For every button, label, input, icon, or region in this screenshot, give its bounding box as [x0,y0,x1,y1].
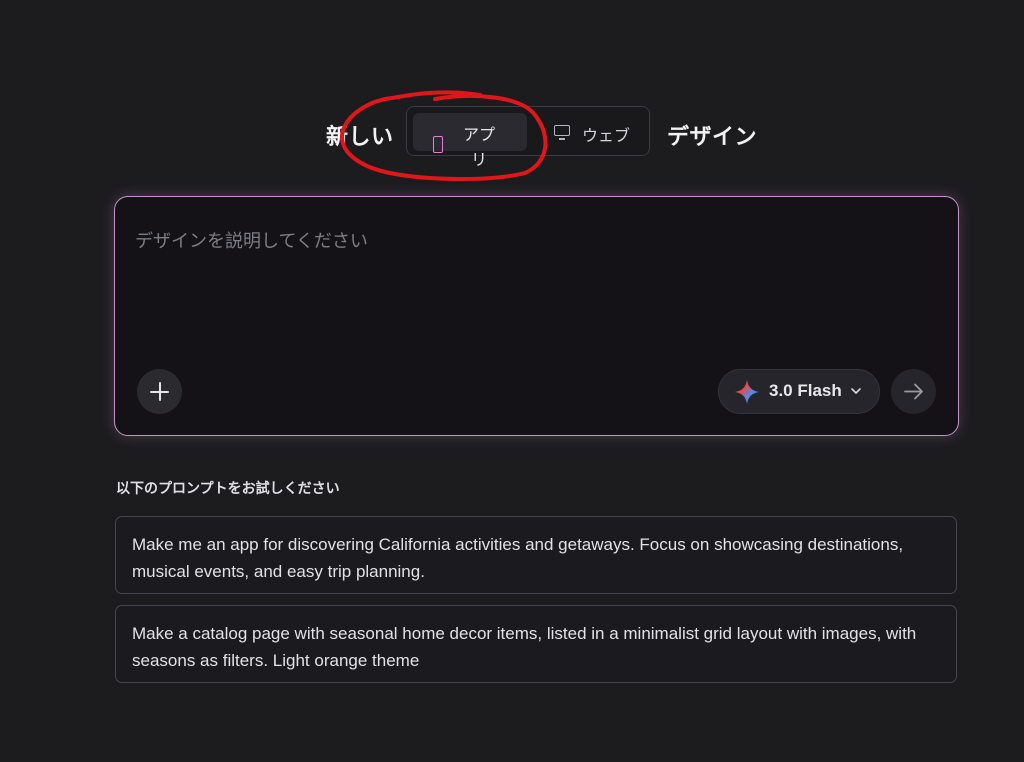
sparkle-icon [735,380,759,404]
prompt-box: 3.0 Flash [114,196,959,436]
phone-icon [433,136,443,153]
model-selector-label: 3.0 Flash [769,381,842,400]
arrow-right-icon [904,383,923,400]
model-selector-button[interactable]: 3.0 Flash [718,369,880,414]
mode-option-web-label: ウェブ [582,126,631,145]
mode-option-app[interactable]: アプリ [413,113,527,169]
new-design-page: 新しい アプリ ウェブ デザイン デザインを説明してください 3.0 Flash… [0,0,1024,762]
suggestions-heading: 以下のプロンプトをお試しください [116,481,340,497]
chevron-down-icon [851,388,861,394]
design-description-input[interactable] [135,227,935,367]
page-heading: 新しい アプリ ウェブ デザイン [0,105,1024,169]
heading-word-new: 新しい [326,125,394,150]
suggestion-card[interactable]: Make a catalog page with seasonal home d… [115,605,957,683]
send-button[interactable] [891,369,936,414]
monitor-icon [554,125,570,140]
mode-toggle: アプリ ウェブ [406,106,650,169]
mode-option-app-label: アプリ [463,125,496,169]
add-attachment-button[interactable] [137,369,182,414]
suggestion-card[interactable]: Make me an app for discovering Californi… [115,516,957,594]
mode-option-web[interactable]: ウェブ [545,113,643,151]
heading-word-design: デザイン [667,125,758,150]
